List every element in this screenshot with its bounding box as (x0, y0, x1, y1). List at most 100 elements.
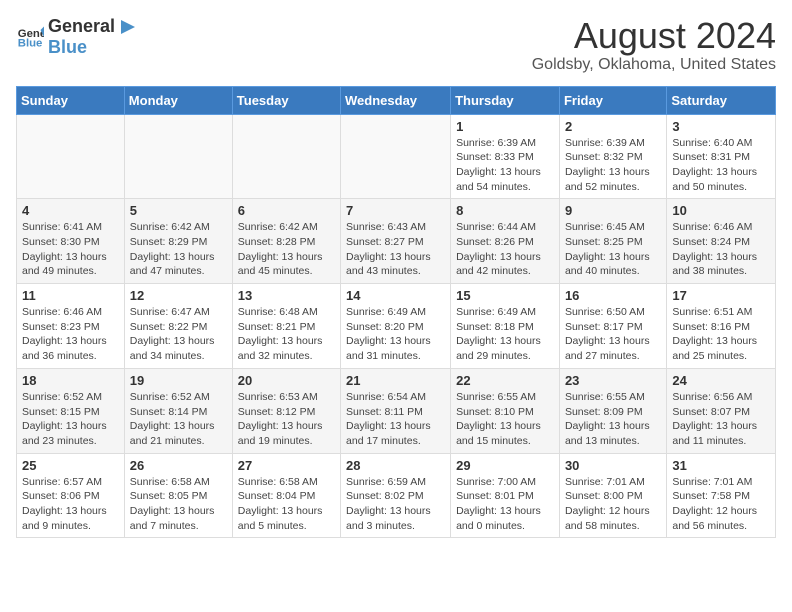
day-info: Sunrise: 6:50 AM Sunset: 8:17 PM Dayligh… (565, 305, 661, 364)
day-number: 17 (672, 288, 770, 303)
day-number: 8 (456, 203, 554, 218)
day-info: Sunrise: 7:01 AM Sunset: 7:58 PM Dayligh… (672, 475, 770, 534)
day-info: Sunrise: 6:52 AM Sunset: 8:14 PM Dayligh… (130, 390, 227, 449)
day-info: Sunrise: 6:39 AM Sunset: 8:33 PM Dayligh… (456, 136, 554, 195)
day-number: 19 (130, 373, 227, 388)
calendar-day-cell: 16 Sunrise: 6:50 AM Sunset: 8:17 PM Dayli… (559, 284, 666, 369)
day-info: Sunrise: 6:55 AM Sunset: 8:09 PM Dayligh… (565, 390, 661, 449)
day-info: Sunrise: 7:00 AM Sunset: 8:01 PM Dayligh… (456, 475, 554, 534)
day-number: 11 (22, 288, 119, 303)
calendar-day-cell: 17Sunrise: 6:51 AM Sunset: 8:16 PM Dayli… (667, 284, 776, 369)
calendar-day-cell: 24 Sunrise: 6:56 AM Sunset: 8:07 PM Dayli… (667, 368, 776, 453)
calendar-day-cell: 4 Sunrise: 6:41 AM Sunset: 8:30 PM Daylig… (17, 199, 125, 284)
day-number: 3 (672, 119, 770, 134)
calendar-day-cell: 19 Sunrise: 6:52 AM Sunset: 8:14 PM Dayli… (124, 368, 232, 453)
day-info: Sunrise: 6:55 AM Sunset: 8:10 PM Dayligh… (456, 390, 554, 449)
day-info: Sunrise: 6:48 AM Sunset: 8:21 PM Dayligh… (238, 305, 335, 364)
calendar-day-cell: 27 Sunrise: 6:58 AM Sunset: 8:04 PM Dayli… (232, 453, 340, 538)
day-info: Sunrise: 6:42 AM Sunset: 8:29 PM Dayligh… (130, 220, 227, 279)
day-info: Sunrise: 6:52 AM Sunset: 8:15 PM Dayligh… (22, 390, 119, 449)
calendar-day-cell: 11 Sunrise: 6:46 AM Sunset: 8:23 PM Dayli… (17, 284, 125, 369)
weekday-header-cell: Tuesday (232, 86, 340, 114)
day-number: 21 (346, 373, 445, 388)
title-section: August 2024 Goldsby, Oklahoma, United St… (532, 16, 776, 74)
calendar-day-cell (124, 114, 232, 199)
calendar-week-row: 18 Sunrise: 6:52 AM Sunset: 8:15 PM Dayli… (17, 368, 776, 453)
day-number: 24 (672, 373, 770, 388)
calendar-day-cell: 21 Sunrise: 6:54 AM Sunset: 8:11 PM Dayli… (341, 368, 451, 453)
weekday-header-cell: Wednesday (341, 86, 451, 114)
day-number: 9 (565, 203, 661, 218)
day-number: 20 (238, 373, 335, 388)
day-info: Sunrise: 6:44 AM Sunset: 8:26 PM Dayligh… (456, 220, 554, 279)
calendar-day-cell: 13 Sunrise: 6:48 AM Sunset: 8:21 PM Dayli… (232, 284, 340, 369)
day-info: Sunrise: 6:46 AM Sunset: 8:23 PM Dayligh… (22, 305, 119, 364)
day-info: Sunrise: 6:41 AM Sunset: 8:30 PM Dayligh… (22, 220, 119, 279)
day-number: 26 (130, 458, 227, 473)
svg-text:Blue: Blue (18, 38, 43, 50)
day-number: 7 (346, 203, 445, 218)
day-number: 29 (456, 458, 554, 473)
day-number: 1 (456, 119, 554, 134)
calendar-day-cell: 14 Sunrise: 6:49 AM Sunset: 8:20 PM Dayli… (341, 284, 451, 369)
calendar-day-cell: 2Sunrise: 6:39 AM Sunset: 8:32 PM Daylig… (559, 114, 666, 199)
day-number: 5 (130, 203, 227, 218)
day-number: 27 (238, 458, 335, 473)
day-info: Sunrise: 6:49 AM Sunset: 8:20 PM Dayligh… (346, 305, 445, 364)
day-number: 18 (22, 373, 119, 388)
calendar-day-cell: 9Sunrise: 6:45 AM Sunset: 8:25 PM Daylig… (559, 199, 666, 284)
day-info: Sunrise: 6:43 AM Sunset: 8:27 PM Dayligh… (346, 220, 445, 279)
day-number: 28 (346, 458, 445, 473)
calendar-day-cell: 18 Sunrise: 6:52 AM Sunset: 8:15 PM Dayli… (17, 368, 125, 453)
logo-general-text: General (48, 16, 115, 37)
day-info: Sunrise: 6:42 AM Sunset: 8:28 PM Dayligh… (238, 220, 335, 279)
calendar-day-cell: 5 Sunrise: 6:42 AM Sunset: 8:29 PM Daylig… (124, 199, 232, 284)
calendar-day-cell: 23 Sunrise: 6:55 AM Sunset: 8:09 PM Dayli… (559, 368, 666, 453)
page-title: August 2024 (532, 16, 776, 56)
day-number: 23 (565, 373, 661, 388)
day-info: Sunrise: 6:49 AM Sunset: 8:18 PM Dayligh… (456, 305, 554, 364)
calendar-week-row: 1 Sunrise: 6:39 AM Sunset: 8:33 PM Daylig… (17, 114, 776, 199)
day-info: Sunrise: 6:56 AM Sunset: 8:07 PM Dayligh… (672, 390, 770, 449)
weekday-header-cell: Sunday (17, 86, 125, 114)
calendar-day-cell: 1 Sunrise: 6:39 AM Sunset: 8:33 PM Daylig… (451, 114, 560, 199)
logo-blue-text: Blue (48, 37, 87, 57)
calendar-week-row: 11 Sunrise: 6:46 AM Sunset: 8:23 PM Dayli… (17, 284, 776, 369)
weekday-header-cell: Monday (124, 86, 232, 114)
day-number: 10 (672, 203, 770, 218)
day-number: 30 (565, 458, 661, 473)
calendar-week-row: 25Sunrise: 6:57 AM Sunset: 8:06 PM Dayli… (17, 453, 776, 538)
logo-icon: General Blue (16, 23, 44, 51)
day-number: 15 (456, 288, 554, 303)
calendar-day-cell: 22Sunrise: 6:55 AM Sunset: 8:10 PM Dayli… (451, 368, 560, 453)
day-number: 6 (238, 203, 335, 218)
header: General Blue General Blue August 2024 Go… (16, 16, 776, 74)
day-number: 2 (565, 119, 661, 134)
calendar-day-cell: 6 Sunrise: 6:42 AM Sunset: 8:28 PM Daylig… (232, 199, 340, 284)
day-info: Sunrise: 6:46 AM Sunset: 8:24 PM Dayligh… (672, 220, 770, 279)
day-number: 4 (22, 203, 119, 218)
calendar-day-cell (232, 114, 340, 199)
day-info: Sunrise: 6:58 AM Sunset: 8:04 PM Dayligh… (238, 475, 335, 534)
calendar-day-cell: 26 Sunrise: 6:58 AM Sunset: 8:05 PM Dayli… (124, 453, 232, 538)
calendar-day-cell: 25Sunrise: 6:57 AM Sunset: 8:06 PM Dayli… (17, 453, 125, 538)
calendar-body: 1 Sunrise: 6:39 AM Sunset: 8:33 PM Daylig… (17, 114, 776, 538)
day-number: 13 (238, 288, 335, 303)
day-number: 14 (346, 288, 445, 303)
calendar-day-cell: 31Sunrise: 7:01 AM Sunset: 7:58 PM Dayli… (667, 453, 776, 538)
calendar-day-cell: 28 Sunrise: 6:59 AM Sunset: 8:02 PM Dayli… (341, 453, 451, 538)
day-info: Sunrise: 6:54 AM Sunset: 8:11 PM Dayligh… (346, 390, 445, 449)
day-info: Sunrise: 6:59 AM Sunset: 8:02 PM Dayligh… (346, 475, 445, 534)
calendar-week-row: 4 Sunrise: 6:41 AM Sunset: 8:30 PM Daylig… (17, 199, 776, 284)
day-info: Sunrise: 6:58 AM Sunset: 8:05 PM Dayligh… (130, 475, 227, 534)
page-subtitle: Goldsby, Oklahoma, United States (532, 56, 776, 74)
calendar-table: SundayMondayTuesdayWednesdayThursdayFrid… (16, 86, 776, 539)
weekday-header-cell: Saturday (667, 86, 776, 114)
day-number: 25 (22, 458, 119, 473)
logo-arrow-icon (117, 18, 135, 36)
day-number: 16 (565, 288, 661, 303)
calendar-day-cell: 15 Sunrise: 6:49 AM Sunset: 8:18 PM Dayli… (451, 284, 560, 369)
calendar-day-cell (17, 114, 125, 199)
calendar-day-cell: 29 Sunrise: 7:00 AM Sunset: 8:01 PM Dayli… (451, 453, 560, 538)
day-info: Sunrise: 6:47 AM Sunset: 8:22 PM Dayligh… (130, 305, 227, 364)
